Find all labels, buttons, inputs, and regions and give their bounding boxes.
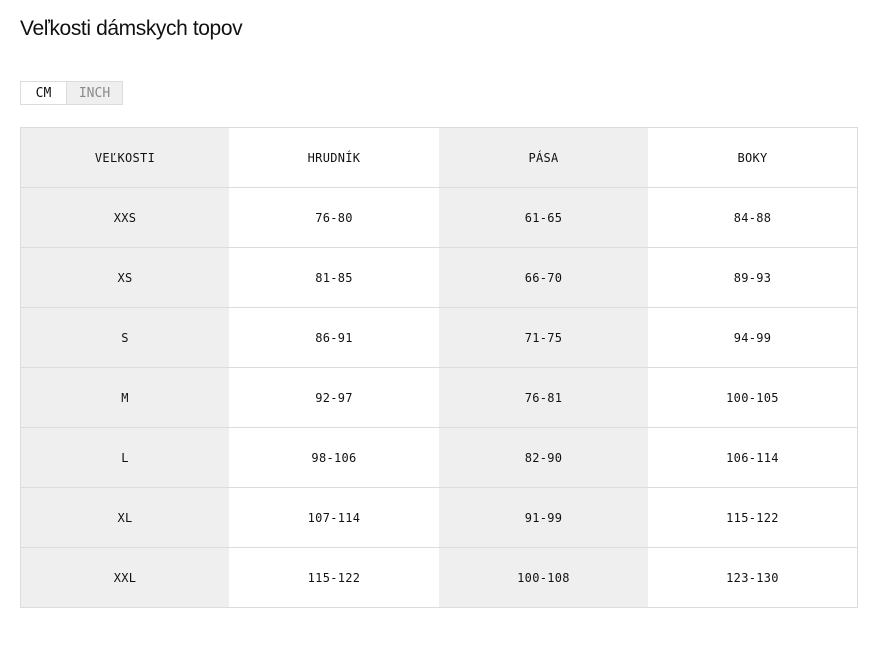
hips-cell: 106-114 [648,427,858,488]
waist-cell: 71-75 [439,307,648,368]
table-row: XXS 76-80 61-65 84-88 [20,187,858,248]
size-cell: XXS [20,187,229,248]
unit-toggle: CM INCH [20,81,123,105]
hips-cell: 89-93 [648,247,858,308]
chest-cell: 81-85 [229,247,439,308]
header-chest: HRUDNÍK [229,127,439,188]
table-row: XXL 115-122 100-108 123-130 [20,547,858,608]
chest-cell: 107-114 [229,487,439,548]
hips-cell: 100-105 [648,367,858,428]
waist-cell: 76-81 [439,367,648,428]
size-chart-table: VEĽKOSTI HRUDNÍK PÁSA BOKY XXS 76-80 61-… [20,127,858,608]
table-row: XS 81-85 66-70 89-93 [20,247,858,308]
waist-cell: 61-65 [439,187,648,248]
unit-cm-button[interactable]: CM [21,82,66,104]
chest-cell: 76-80 [229,187,439,248]
waist-cell: 66-70 [439,247,648,308]
size-cell: M [20,367,229,428]
header-waist: PÁSA [439,127,648,188]
header-hips: BOKY [648,127,858,188]
waist-cell: 91-99 [439,487,648,548]
header-size: VEĽKOSTI [20,127,229,188]
page-title: Veľkosti dámskych topov [20,17,243,40]
size-cell: XS [20,247,229,308]
waist-cell: 100-108 [439,547,648,608]
chest-cell: 98-106 [229,427,439,488]
table-row: S 86-91 71-75 94-99 [20,307,858,368]
size-cell: S [20,307,229,368]
chest-cell: 115-122 [229,547,439,608]
table-header-row: VEĽKOSTI HRUDNÍK PÁSA BOKY [20,127,858,188]
waist-cell: 82-90 [439,427,648,488]
hips-cell: 115-122 [648,487,858,548]
size-cell: XXL [20,547,229,608]
size-cell: XL [20,487,229,548]
table-row: XL 107-114 91-99 115-122 [20,487,858,548]
table-row: M 92-97 76-81 100-105 [20,367,858,428]
size-cell: L [20,427,229,488]
chest-cell: 86-91 [229,307,439,368]
hips-cell: 123-130 [648,547,858,608]
table-row: L 98-106 82-90 106-114 [20,427,858,488]
hips-cell: 84-88 [648,187,858,248]
hips-cell: 94-99 [648,307,858,368]
chest-cell: 92-97 [229,367,439,428]
unit-inch-button[interactable]: INCH [66,82,122,104]
